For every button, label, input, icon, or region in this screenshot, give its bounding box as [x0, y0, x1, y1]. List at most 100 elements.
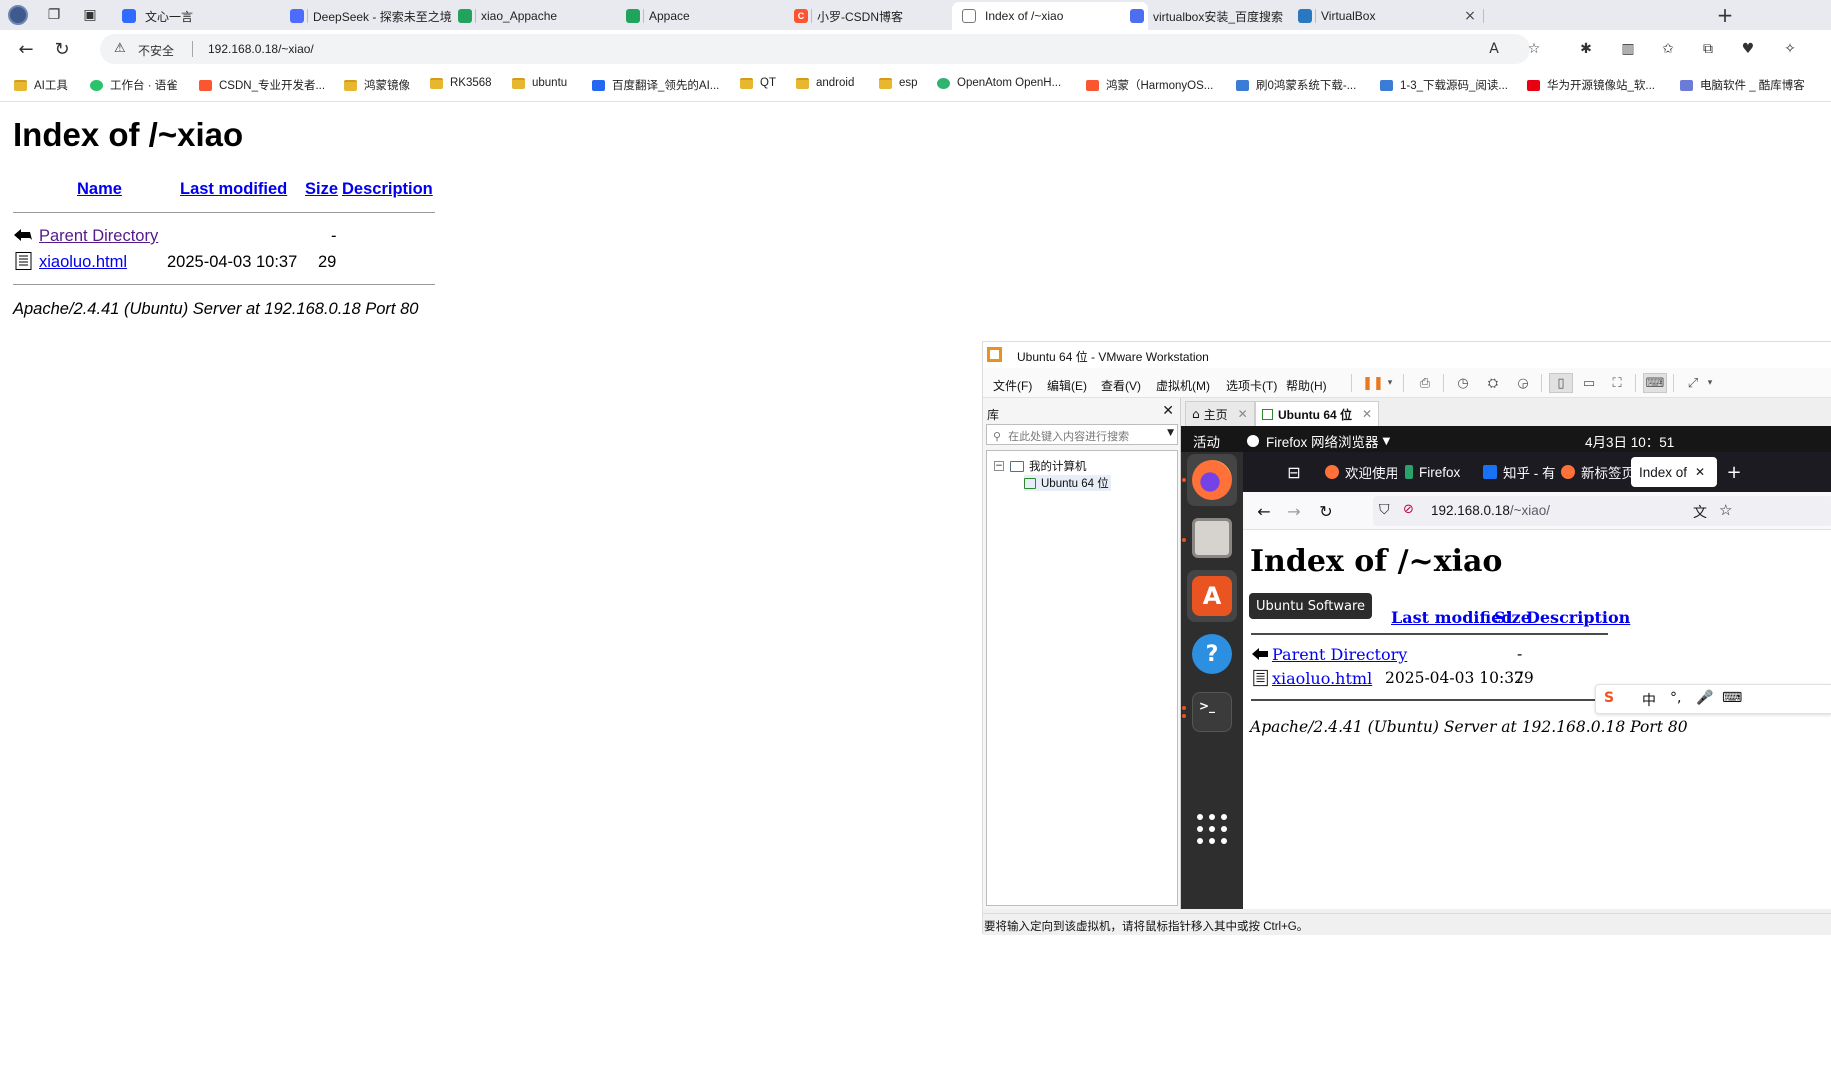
menu-help[interactable]: 帮助(H)	[1286, 377, 1327, 394]
library-toggle-icon[interactable]: ▯	[1549, 373, 1573, 393]
firefox-tab[interactable]: 知乎 - 有问题	[1475, 457, 1555, 487]
back-icon[interactable]: ←	[14, 38, 38, 60]
browser-tab[interactable]: DeepSeek - 探索未至之境 ×	[280, 2, 476, 30]
browser-tab[interactable]: 文心一言 ×	[112, 2, 308, 30]
bookmark-folder[interactable]: RK3568	[430, 77, 492, 89]
browser-tab-active[interactable]: Index of /~xiao ×	[952, 2, 1148, 30]
bookmark-item[interactable]: 百度翻译_领先的AI...	[592, 77, 719, 93]
menu-view[interactable]: 查看(V)	[1101, 377, 1141, 394]
snapshot-manager-icon[interactable]: ◶	[1511, 373, 1535, 393]
revert-snapshot-icon[interactable]: ⛭	[1481, 373, 1505, 393]
security-label[interactable]: 不安全	[138, 42, 174, 59]
workspaces-icon[interactable]: ❐	[42, 4, 66, 26]
menu-file[interactable]: 文件(F)	[993, 377, 1032, 394]
copilot-icon[interactable]: ✧	[1780, 39, 1800, 59]
split-screen-icon[interactable]: ▥	[1618, 39, 1638, 59]
chevron-down-icon[interactable]: ▾	[1703, 373, 1717, 393]
console-view-icon[interactable]: ⌨	[1643, 373, 1667, 393]
bookmark-folder[interactable]: 鸿蒙镜像	[344, 77, 410, 93]
show-applications-icon[interactable]	[1197, 814, 1227, 844]
bookmark-folder[interactable]: QT	[740, 77, 776, 89]
library-search-input[interactable]: ⚲ 在此处键入内容进行搜索 ▼	[986, 424, 1178, 445]
column-last-modified-link[interactable]: Last modified	[180, 180, 287, 199]
dock-firefox[interactable]	[1187, 454, 1237, 506]
keyboard-icon[interactable]: ⌨	[1722, 690, 1742, 706]
bookmark-item[interactable]: OpenAtom OpenH...	[937, 77, 1061, 89]
menu-vm[interactable]: 虚拟机(M)	[1156, 377, 1210, 394]
tree-node-vm[interactable]: Ubuntu 64 位	[1024, 475, 1111, 491]
forward-icon[interactable]: →	[1283, 500, 1305, 522]
favorite-star-icon[interactable]: ☆	[1524, 39, 1544, 59]
menu-tabs[interactable]: 选项卡(T)	[1226, 377, 1277, 394]
file-link[interactable]: xiaoluo.html	[1272, 669, 1372, 688]
clock[interactable]: 4月3日 10：51	[1585, 431, 1674, 451]
translate-icon[interactable]: 文	[1693, 502, 1707, 522]
dock-ubuntu-software[interactable]: A	[1187, 570, 1237, 622]
column-description-link[interactable]: Description	[342, 180, 433, 199]
close-tab-icon[interactable]: ✕	[1238, 407, 1248, 421]
ime-mode[interactable]: 中	[1642, 690, 1656, 710]
close-tab-icon[interactable]: ✕	[1695, 465, 1705, 479]
dock-terminal[interactable]: >_	[1187, 686, 1237, 738]
dock-help[interactable]: ?	[1187, 628, 1237, 680]
read-aloud-icon[interactable]: A	[1484, 39, 1504, 59]
url-text[interactable]: 192.168.0.18/~xiao/	[1431, 503, 1550, 518]
bookmark-item[interactable]: CSDN_专业开发者...	[199, 77, 325, 93]
bookmark-folder[interactable]: ubuntu	[512, 77, 567, 89]
bookmark-star-icon[interactable]: ☆	[1719, 501, 1732, 519]
firefox-url-bar[interactable]: ⛉ ⊘ 192.168.0.18/~xiao/ 文 ☆	[1373, 496, 1831, 526]
firefox-view-icon[interactable]: ⊟	[1283, 461, 1305, 483]
bookmark-item[interactable]: 1-3_下载源码_阅读...	[1380, 77, 1508, 93]
tree-node-my-computer[interactable]: − 我的计算机	[994, 458, 1087, 474]
full-screen-icon[interactable]: ⛶	[1605, 373, 1629, 393]
refresh-icon[interactable]: ↻	[50, 38, 74, 60]
favorites-icon[interactable]: ✩	[1658, 39, 1678, 59]
collapse-icon[interactable]: −	[994, 461, 1004, 471]
thumbnail-bar-icon[interactable]: ▭	[1577, 373, 1601, 393]
firefox-tab[interactable]: Firefox	[1397, 457, 1477, 487]
new-tab-icon[interactable]: +	[1723, 461, 1745, 483]
bookmark-item[interactable]: 刷0鸿蒙系统下载-...	[1236, 77, 1356, 93]
browser-tab[interactable]: Appace ×	[616, 2, 812, 30]
bookmark-folder[interactable]: android	[796, 77, 854, 89]
send-ctrl-alt-del-icon[interactable]: ⎙	[1413, 373, 1437, 393]
browser-essentials-icon[interactable]: ♥	[1738, 39, 1758, 59]
close-icon[interactable]: ✕	[1162, 403, 1174, 419]
stretch-guest-icon[interactable]: ⤢	[1681, 373, 1705, 393]
snapshot-icon[interactable]: ◷	[1451, 373, 1475, 393]
tab-ubuntu-vm[interactable]: Ubuntu 64 位 ✕	[1255, 401, 1380, 426]
back-icon[interactable]: ←	[1253, 500, 1275, 522]
dock-files[interactable]	[1187, 512, 1237, 564]
new-tab-icon[interactable]: +	[1713, 3, 1737, 27]
bookmark-item[interactable]: 工作台 · 语雀	[90, 77, 178, 93]
bookmark-item[interactable]: 鸿蒙（HarmonyOS...	[1086, 77, 1213, 93]
collections-icon[interactable]: ⧉	[1698, 39, 1718, 59]
browser-tab[interactable]: C 小罗-CSDN博客 ×	[784, 2, 980, 30]
parent-directory-link[interactable]: Parent Directory	[39, 227, 158, 246]
ime-toolbar[interactable]: S 中 °, 🎤 ⌨	[1595, 684, 1831, 714]
bookmark-folder[interactable]: AI工具	[14, 77, 68, 93]
profile-avatar[interactable]	[8, 5, 28, 25]
browser-tab[interactable]: VirtualBox ×	[1288, 2, 1484, 30]
vmware-window[interactable]: Ubuntu 64 位 - VMware Workstation 文件(F) 编…	[982, 341, 1831, 935]
insecure-lock-icon[interactable]: ⊘	[1403, 502, 1414, 517]
firefox-tab-active[interactable]: Index of ✕	[1631, 457, 1717, 487]
column-size-link[interactable]: Size	[305, 180, 338, 199]
shield-icon[interactable]: ⛉	[1379, 502, 1390, 518]
vertical-tabs-icon[interactable]: ▣	[78, 4, 102, 26]
menu-edit[interactable]: 编辑(E)	[1047, 377, 1087, 394]
guest-console[interactable]: 活动 Firefox 网络浏览器 ▼ 4月3日 10：51 A ? >_ ⊟ 欢…	[1181, 426, 1831, 909]
close-tab-icon[interactable]: ✕	[1362, 407, 1372, 421]
chevron-down-icon[interactable]: ▾	[1383, 373, 1397, 393]
url-text[interactable]: 192.168.0.18/~xiao/	[208, 42, 314, 56]
chevron-down-icon[interactable]: ▼	[1167, 428, 1174, 438]
vmware-titlebar[interactable]: Ubuntu 64 位 - VMware Workstation	[983, 342, 1831, 368]
firefox-tab[interactable]: 新标签页	[1553, 457, 1633, 487]
punctuation-icon[interactable]: °,	[1670, 690, 1681, 706]
app-menu[interactable]: Firefox 网络浏览器 ▼	[1247, 431, 1390, 451]
address-bar[interactable]: ⚠ 不安全 192.168.0.18/~xiao/	[100, 34, 1530, 64]
column-name-link[interactable]: Name	[77, 180, 122, 199]
bookmark-item[interactable]: 华为开源镜像站_软...	[1527, 77, 1655, 93]
extensions-icon[interactable]: ✱	[1576, 39, 1596, 59]
tab-home[interactable]: ⌂ 主页 ✕	[1185, 401, 1255, 426]
